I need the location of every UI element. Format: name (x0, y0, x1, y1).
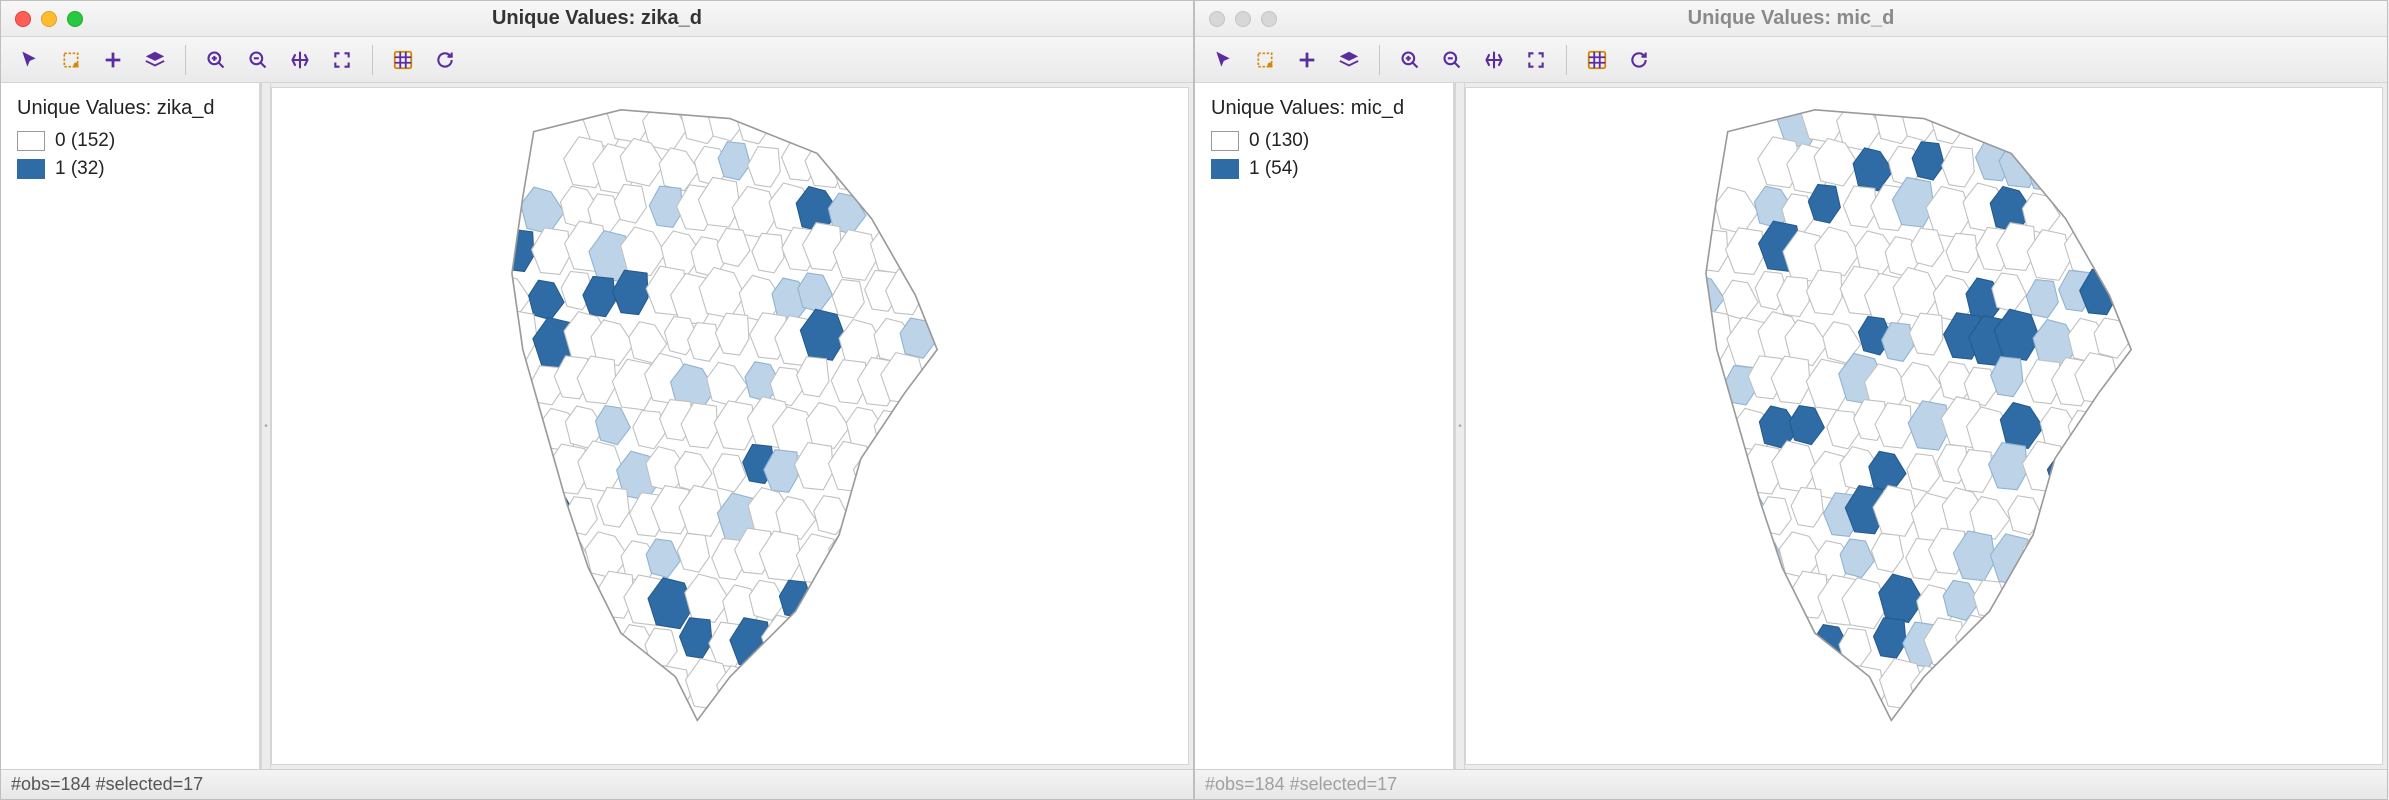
window-controls (15, 11, 83, 27)
legend-label: 0 (152) (55, 130, 115, 152)
choropleth-svg[interactable] (272, 88, 1188, 764)
brush-link-button[interactable] (1579, 42, 1615, 78)
legend-pane: Unique Values: mic_d 0 (130) 1 (54) (1195, 83, 1455, 769)
titlebar[interactable]: Unique Values: zika_d (1, 1, 1193, 37)
minimize-button[interactable] (41, 11, 57, 27)
legend-swatch (1211, 159, 1239, 179)
toolbar-separator (1379, 45, 1380, 75)
toolbar-separator (372, 45, 373, 75)
split-handle[interactable] (261, 83, 271, 769)
legend-title: Unique Values: zika_d (17, 97, 243, 120)
add-button[interactable] (1289, 42, 1325, 78)
select-rect-button[interactable] (53, 42, 89, 78)
legend-label: 1 (32) (55, 158, 105, 180)
minimize-button[interactable] (1235, 11, 1251, 27)
close-button[interactable] (15, 11, 31, 27)
fit-button[interactable] (1518, 42, 1554, 78)
zoom-out-button[interactable] (1434, 42, 1470, 78)
statusbar: #obs=184 #selected=17 (1195, 769, 2387, 799)
window-left: Unique Values: zika_dUnique Values: zika… (0, 0, 1194, 800)
legend-item[interactable]: 1 (32) (17, 158, 243, 180)
split-handle[interactable] (1455, 83, 1465, 769)
legend-swatch (17, 159, 45, 179)
maximize-button[interactable] (67, 11, 83, 27)
status-text: #obs=184 #selected=17 (11, 774, 203, 795)
legend-label: 0 (130) (1249, 130, 1309, 152)
toolbar-separator (1566, 45, 1567, 75)
map-canvas[interactable] (1465, 87, 2383, 765)
add-button[interactable] (95, 42, 131, 78)
window-title: Unique Values: zika_d (492, 7, 702, 30)
window-title: Unique Values: mic_d (1688, 7, 1895, 30)
pointer-button[interactable] (1205, 42, 1241, 78)
toolbar (1, 37, 1193, 83)
legend-swatch (1211, 131, 1239, 151)
reset-button[interactable] (1621, 42, 1657, 78)
legend-title: Unique Values: mic_d (1211, 97, 1437, 120)
legend-pane: Unique Values: zika_d 0 (152) 1 (32) (1, 83, 261, 769)
window-right: Unique Values: mic_dUnique Values: mic_d… (1194, 0, 2388, 800)
legend-item[interactable]: 1 (54) (1211, 158, 1437, 180)
content-area: Unique Values: mic_d 0 (130) 1 (54) (1195, 83, 2387, 769)
status-text: #obs=184 #selected=17 (1205, 774, 1397, 795)
window-controls (1209, 11, 1277, 27)
layers-button[interactable] (137, 42, 173, 78)
brush-link-button[interactable] (385, 42, 421, 78)
pan-button[interactable] (1476, 42, 1512, 78)
pointer-button[interactable] (11, 42, 47, 78)
zoom-in-button[interactable] (198, 42, 234, 78)
legend-item[interactable]: 0 (152) (17, 130, 243, 152)
fit-button[interactable] (324, 42, 360, 78)
map-canvas[interactable] (271, 87, 1189, 765)
legend-item[interactable]: 0 (130) (1211, 130, 1437, 152)
pan-button[interactable] (282, 42, 318, 78)
toolbar-separator (185, 45, 186, 75)
maximize-button[interactable] (1261, 11, 1277, 27)
select-rect-button[interactable] (1247, 42, 1283, 78)
titlebar[interactable]: Unique Values: mic_d (1195, 1, 2387, 37)
close-button[interactable] (1209, 11, 1225, 27)
legend-label: 1 (54) (1249, 158, 1299, 180)
legend-swatch (17, 131, 45, 151)
choropleth-svg[interactable] (1466, 88, 2382, 764)
toolbar (1195, 37, 2387, 83)
content-area: Unique Values: zika_d 0 (152) 1 (32) (1, 83, 1193, 769)
zoom-out-button[interactable] (240, 42, 276, 78)
statusbar: #obs=184 #selected=17 (1, 769, 1193, 799)
reset-button[interactable] (427, 42, 463, 78)
zoom-in-button[interactable] (1392, 42, 1428, 78)
layers-button[interactable] (1331, 42, 1367, 78)
